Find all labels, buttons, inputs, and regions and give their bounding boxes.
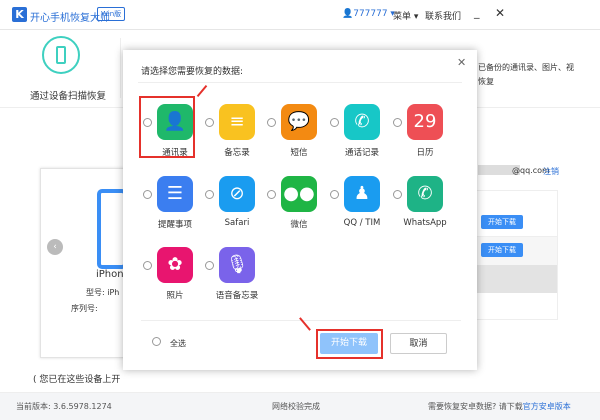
messages-icon: 💬	[281, 104, 317, 140]
row-bg-selected	[471, 265, 557, 293]
voice-memo-icon: 🎙	[219, 247, 255, 283]
data-type-label: Safari	[224, 218, 250, 228]
data-type-photos[interactable]: ✿ 照片	[143, 247, 205, 313]
highlight-box	[139, 96, 195, 158]
data-type-label: 提醒事项	[157, 220, 192, 230]
data-type-radio[interactable]	[205, 261, 214, 270]
device-model: 型号: iPh	[86, 288, 120, 297]
version-label: 当前版本: 3.6.5978.1274	[16, 402, 112, 411]
network-status: 网络校验完成	[272, 402, 320, 411]
qq-icon: ♟	[344, 176, 380, 212]
contact-link[interactable]: 联系我们	[425, 9, 461, 22]
minimize-button[interactable]: _	[474, 6, 480, 19]
phone-icon	[56, 46, 66, 64]
data-type-messages[interactable]: 💬 短信	[267, 104, 329, 170]
dialog-title: 请选择您需要恢复的数据:	[141, 67, 244, 77]
data-type-label: 备忘录	[224, 148, 250, 158]
data-type-label: WhatsApp	[403, 218, 447, 228]
data-type-radio[interactable]	[393, 190, 402, 199]
app-logo: K	[12, 7, 27, 22]
nav-icloud-desc2: 恢复	[478, 77, 494, 86]
data-type-radio[interactable]	[267, 190, 276, 199]
data-type-reminders[interactable]: ☰ 提醒事项	[143, 176, 205, 242]
close-button[interactable]: ✕	[495, 6, 505, 20]
data-type-label: 通话记录	[344, 148, 379, 158]
recover-data-dialog: 请选择您需要恢复的数据: ✕ 👤 通讯录 ≡ 备忘录 💬 短信 ✆ 通话记录 2…	[123, 50, 477, 370]
data-type-radio[interactable]	[205, 118, 214, 127]
wechat-icon: ●●	[281, 176, 317, 212]
safari-icon: ⊘	[219, 176, 255, 212]
data-type-radio[interactable]	[267, 118, 276, 127]
title-bar: K 开心手机恢复大师 Win版 👤777777 ▾ 菜单 ▾ 联系我们 _ ✕	[0, 0, 600, 30]
data-type-radio[interactable]	[330, 118, 339, 127]
edition-badge: Win版	[97, 7, 126, 21]
prev-device-arrow-icon[interactable]: ‹	[47, 239, 63, 255]
android-prompt: 需要恢复安卓数据? 请下载官方安卓版本	[428, 401, 571, 412]
photos-icon: ✿	[157, 247, 193, 283]
menu-button[interactable]: 菜单 ▾	[393, 9, 418, 22]
data-type-radio[interactable]	[143, 190, 152, 199]
reminders-icon: ☰	[157, 176, 193, 212]
device-serial: 序列号:	[71, 304, 98, 313]
data-type-label: 语音备忘录	[215, 291, 259, 301]
android-download-link[interactable]: 官方安卓版本	[523, 402, 571, 411]
android-prompt-text: 需要恢复安卓数据? 请下载	[428, 402, 523, 411]
data-type-label: 微信	[290, 220, 308, 230]
whatsapp-icon: ✆	[407, 176, 443, 212]
data-type-label: QQ / TIM	[343, 218, 381, 228]
data-type-radio[interactable]	[143, 261, 152, 270]
data-type-radio[interactable]	[205, 190, 214, 199]
status-bar: 当前版本: 3.6.5978.1274 网络校验完成 需要恢复安卓数据? 请下载…	[0, 392, 600, 420]
user-menu[interactable]: 👤777777 ▾	[342, 9, 395, 19]
start-download-button[interactable]: 开始下载	[320, 333, 378, 354]
data-type-calendar[interactable]: 29 日历	[393, 104, 455, 170]
dialog-close-button[interactable]: ✕	[457, 56, 466, 69]
download-button-1[interactable]: 开始下载	[481, 215, 523, 229]
cancel-button[interactable]: 取消	[390, 333, 447, 354]
data-type-qq[interactable]: ♟ QQ / TIM	[330, 176, 392, 242]
data-type-notes[interactable]: ≡ 备忘录	[205, 104, 267, 170]
notes-icon: ≡	[219, 104, 255, 140]
data-type-call-log[interactable]: ✆ 通话记录	[330, 104, 392, 170]
backup-list: 开始下载 开始下载	[470, 190, 558, 320]
device-note: ( 您已在这些设备上开	[33, 375, 121, 385]
data-type-safari[interactable]: ⊘ Safari	[205, 176, 267, 242]
select-all-label[interactable]: 全选	[170, 338, 186, 349]
logout-link[interactable]: 注销	[543, 166, 559, 177]
data-type-wechat[interactable]: ●● 微信	[267, 176, 329, 242]
select-all-radio[interactable]	[152, 337, 161, 346]
nav-scan-device[interactable]	[42, 36, 80, 74]
data-type-label: 照片	[166, 291, 184, 301]
divider	[138, 82, 462, 83]
nav-scan-device-label[interactable]: 通过设备扫描恢复	[30, 88, 106, 102]
data-type-radio[interactable]	[393, 118, 402, 127]
data-type-whatsapp[interactable]: ✆ WhatsApp	[393, 176, 455, 242]
calendar-icon: 29	[407, 104, 443, 140]
data-type-label: 短信	[290, 148, 308, 158]
user-icon: 👤	[342, 9, 354, 19]
nav-icloud-desc: 已备份的通讯录、图片、视	[478, 63, 574, 72]
red-arrow-annotation	[196, 84, 208, 98]
data-type-radio[interactable]	[330, 190, 339, 199]
data-type-voice-memo[interactable]: 🎙 语音备忘录	[205, 247, 267, 313]
download-button-2[interactable]: 开始下载	[481, 243, 523, 257]
call-log-icon: ✆	[344, 104, 380, 140]
divider	[120, 38, 121, 98]
data-type-label: 日历	[416, 148, 434, 158]
